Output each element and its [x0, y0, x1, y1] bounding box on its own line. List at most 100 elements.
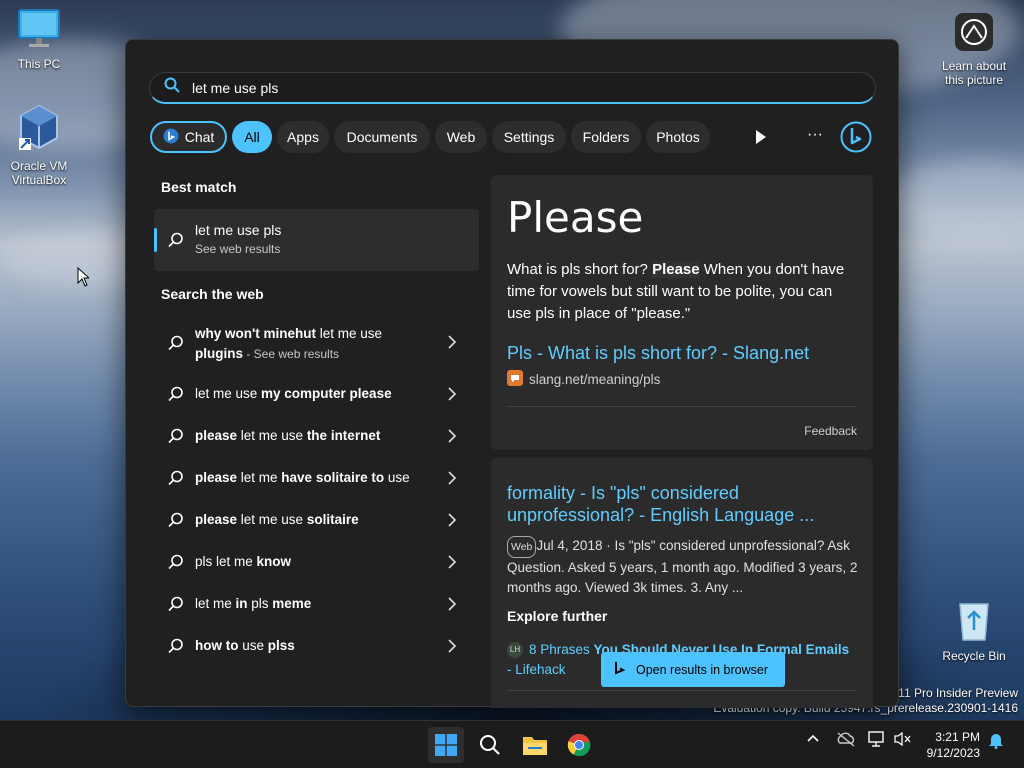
search-icon	[168, 335, 183, 351]
mouse-cursor-icon	[77, 266, 91, 292]
search-icon	[168, 554, 183, 570]
source-url[interactable]: slang.net/meaning/pls	[507, 370, 660, 389]
list-item-text: how to use plss	[195, 638, 295, 653]
learn-about-picture-desktop-icon[interactable]: Learn about this picture	[936, 12, 1012, 87]
list-item[interactable]: please let me have solitaire to use	[154, 457, 479, 499]
monitor-icon	[1, 8, 77, 53]
search-icon	[168, 428, 183, 444]
web-result-title[interactable]: formality - Is "pls" considered unprofes…	[507, 482, 847, 526]
chevron-right-icon	[448, 335, 457, 349]
filter-folders[interactable]: Folders	[571, 121, 641, 153]
chevron-right-icon	[448, 639, 457, 653]
volume-muted-icon[interactable]	[894, 731, 912, 752]
list-item[interactable]: let me use my computer please	[154, 373, 479, 415]
list-item-text: let me use my computer please	[195, 386, 392, 401]
chevron-right-icon	[448, 555, 457, 569]
learn-about-label: Learn about this picture	[941, 59, 1007, 87]
filter-folders-label: Folders	[582, 129, 630, 145]
search-input[interactable]	[192, 79, 792, 96]
search-icon	[164, 77, 180, 98]
chevron-right-icon	[448, 597, 457, 611]
definition-text: What is pls short for? Please When you d…	[507, 261, 845, 322]
search-icon	[168, 512, 183, 528]
filter-chat[interactable]: Chat	[150, 121, 227, 153]
virtualbox-desktop-icon[interactable]: Oracle VM VirtualBox	[1, 104, 77, 187]
preview-card-definition: Please What is pls short for? Please Whe…	[491, 175, 873, 450]
filter-settings[interactable]: Settings	[492, 121, 566, 153]
divider	[507, 406, 857, 407]
play-more-filters-icon[interactable]	[754, 129, 768, 150]
search-box[interactable]	[149, 72, 876, 104]
web-result-snippet: Web Jul 4, 2018 · Is "pls" considered unp…	[507, 536, 858, 595]
chevron-up-icon[interactable]	[806, 731, 820, 750]
list-item[interactable]: pls let me know	[154, 541, 479, 583]
list-item-text: let me in pls meme	[195, 596, 312, 611]
taskbar-search-button[interactable]	[472, 727, 508, 763]
search-icon	[168, 386, 183, 402]
best-match-item[interactable]: let me use pls See web results	[154, 209, 479, 271]
explore-further-heading: Explore further	[507, 608, 608, 624]
lifehack-logo: LH	[507, 642, 523, 659]
list-item[interactable]: why won't minehut let me use plugins - S…	[154, 316, 479, 368]
onedrive-offline-icon[interactable]	[836, 731, 856, 752]
virtualbox-label: Oracle VM VirtualBox	[10, 159, 68, 187]
filter-documents-label: Documents	[346, 129, 418, 145]
search-icon	[168, 596, 183, 612]
filter-bar: Chat All Apps Documents Web Settings Fol…	[149, 120, 876, 154]
bing-icon[interactable]	[840, 121, 872, 158]
best-match-title: let me use pls	[195, 222, 282, 238]
clock-date: 9/12/2023	[926, 746, 980, 760]
search-icon	[168, 470, 183, 486]
web-badge: Web	[507, 536, 537, 558]
chrome-button[interactable]	[561, 727, 597, 763]
search-panel: Chat All Apps Documents Web Settings Fol…	[125, 39, 899, 708]
chevron-right-icon	[448, 513, 457, 527]
recycle-bin-icon	[936, 598, 1012, 645]
list-item-text: why won't minehut let me use plugins - S…	[195, 326, 382, 361]
filter-documents[interactable]: Documents	[334, 121, 430, 153]
filter-photos[interactable]: Photos	[646, 121, 710, 153]
start-button[interactable]	[428, 727, 464, 763]
watermark-line1: s 11 Pro Insider Preview	[888, 686, 1018, 700]
list-item-text: pls let me know	[195, 554, 292, 569]
list-item[interactable]: please let me use solitaire	[154, 499, 479, 541]
file-explorer-button[interactable]	[517, 727, 553, 763]
open-results-in-browser-button[interactable]: Open results in browser	[601, 652, 785, 687]
filter-all[interactable]: All	[232, 121, 272, 153]
clock-time: 3:21 PM	[935, 730, 980, 744]
chrome-icon	[567, 733, 591, 757]
filter-all-label: All	[244, 129, 260, 145]
filter-web[interactable]: Web	[435, 121, 487, 153]
notification-bell-icon[interactable]	[988, 731, 1004, 754]
clock[interactable]: 3:21 PM 9/12/2023	[927, 729, 980, 761]
open-results-label: Open results in browser	[636, 662, 769, 677]
preview-title: Please	[507, 193, 644, 242]
slang-site-icon	[507, 370, 523, 389]
more-options-button[interactable]: ···	[807, 126, 823, 144]
bing-chat-icon	[163, 128, 179, 147]
selection-indicator	[154, 228, 157, 252]
chevron-right-icon	[448, 471, 457, 485]
network-icon[interactable]	[868, 731, 886, 752]
list-item-text: please let me use solitaire	[195, 512, 359, 527]
source-url-text: slang.net/meaning/pls	[529, 372, 661, 387]
feedback-link[interactable]: Feedback	[804, 424, 857, 438]
virtualbox-icon	[1, 104, 77, 155]
windows-logo-icon	[435, 734, 457, 756]
filter-web-label: Web	[446, 129, 476, 145]
list-item[interactable]: how to use plss	[154, 625, 479, 667]
filter-photos-label: Photos	[656, 129, 700, 145]
folder-icon	[523, 737, 547, 755]
search-icon	[168, 232, 183, 248]
list-item[interactable]: please let me use the internet	[154, 415, 479, 457]
camera-location-icon	[936, 12, 1012, 55]
this-pc-desktop-icon[interactable]: This PC	[1, 8, 77, 71]
this-pc-label: This PC	[17, 57, 61, 71]
list-item[interactable]: let me in pls meme	[154, 583, 479, 625]
list-item-text: please let me use the internet	[195, 428, 381, 443]
search-icon	[480, 735, 500, 755]
filter-apps[interactable]: Apps	[277, 121, 329, 153]
recycle-bin-desktop-icon[interactable]: Recycle Bin	[936, 598, 1012, 663]
source-link[interactable]: Pls - What is pls short for? - Slang.net	[507, 343, 809, 364]
filter-chat-label: Chat	[184, 129, 215, 145]
